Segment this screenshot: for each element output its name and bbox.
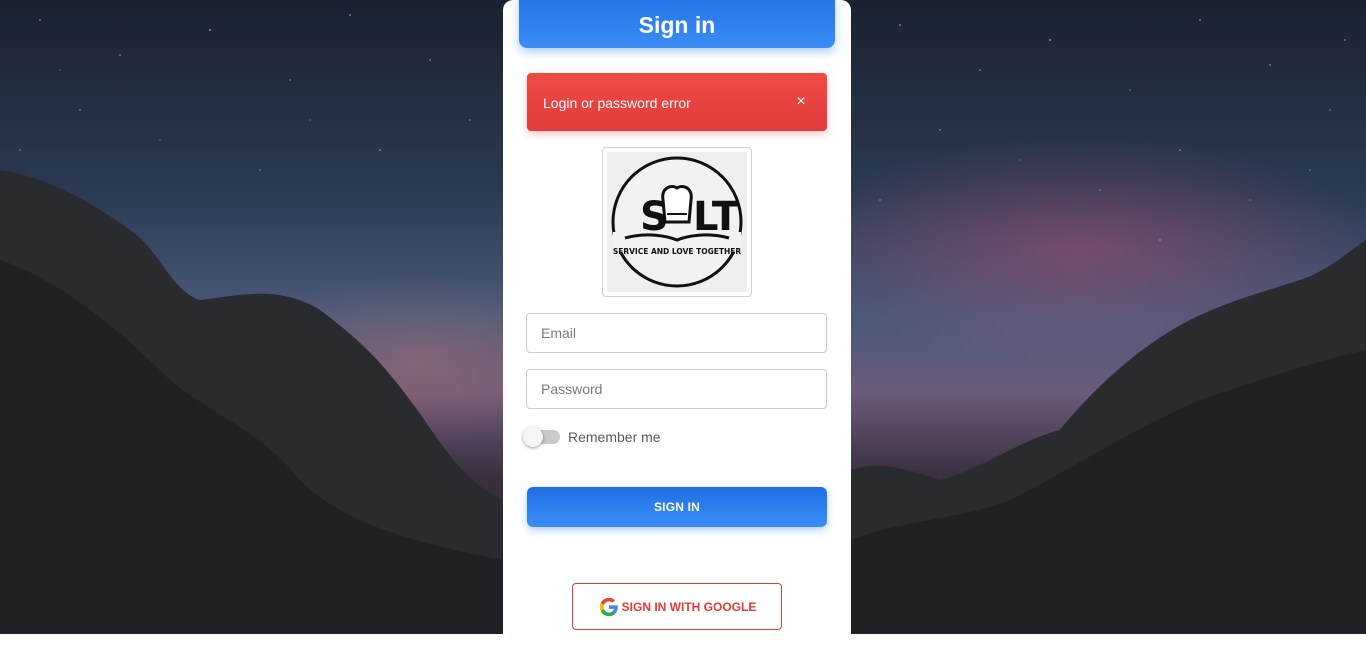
google-button-label: SIGN IN WITH GOOGLE [621,599,757,614]
logo: S LT SERVICE AND LOVE TOGETHER [607,152,747,292]
sign-in-button[interactable]: SIGN IN [527,487,827,527]
remember-me-label[interactable]: Remember me [568,429,661,445]
google-icon [599,597,618,616]
password-field[interactable] [526,369,827,409]
chef-hat-icon [661,185,693,224]
toggle-knob [523,427,543,447]
sign-in-with-google-button[interactable]: SIGN IN WITH GOOGLE [572,583,782,630]
logo-frame: S LT SERVICE AND LOVE TOGETHER [602,147,752,297]
page-title: Sign in [638,11,716,38]
remember-me-row: Remember me [523,426,661,448]
email-field[interactable] [526,313,827,353]
sign-in-card: Sign in Login or password error × S LT S… [503,0,851,650]
logo-letters-lt: LT [693,194,740,240]
error-alert: Login or password error × [527,73,827,131]
remember-me-toggle[interactable] [523,427,560,447]
salt-logo-image: S LT SERVICE AND LOVE TOGETHER [611,156,743,288]
card-header: Sign in [519,0,835,48]
close-icon[interactable]: × [793,93,809,111]
error-alert-message: Login or password error [543,95,691,111]
logo-tagline: SERVICE AND LOVE TOGETHER [613,247,742,256]
